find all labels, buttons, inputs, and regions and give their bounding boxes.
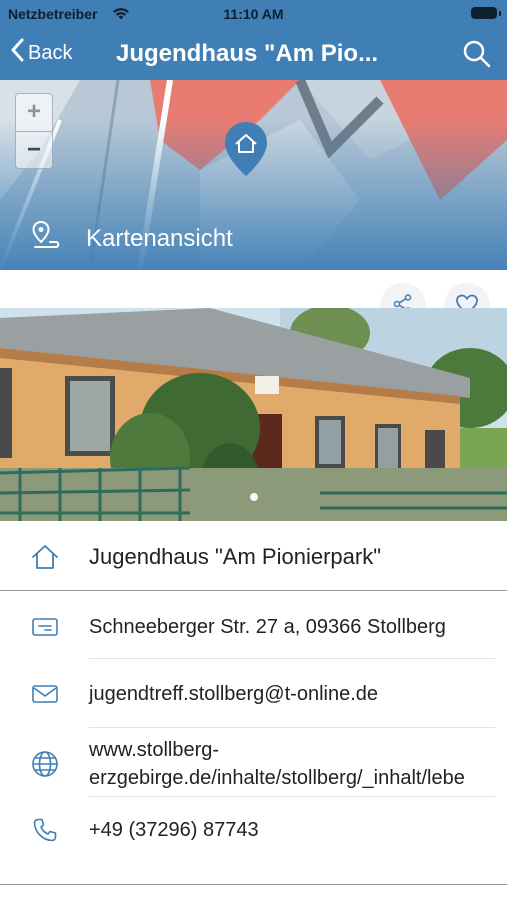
location-name: Jugendhaus "Am Pionierpark" <box>89 544 382 569</box>
building-photo[interactable] <box>0 308 507 521</box>
address-text: Schneeberger Str. 27 a, 09366 Stollberg <box>89 615 446 638</box>
map-view-label: Kartenansicht <box>86 224 233 252</box>
globe-icon <box>28 747 62 781</box>
website-line-1: www.stollberg- <box>89 739 220 761</box>
map-location-icon <box>28 218 62 259</box>
home-pin-icon[interactable] <box>222 120 270 178</box>
website-link[interactable]: www.stollberg- erzgebirge.de/inhalte/sto… <box>89 736 495 792</box>
page-dot-active <box>249 493 258 501</box>
zoom-out-button[interactable]: − <box>16 131 52 168</box>
email-link[interactable]: jugendtreff.stollberg@t-online.de <box>89 683 495 706</box>
clock: 11:10 AM <box>223 6 284 22</box>
address-card-icon <box>28 610 62 644</box>
detail-row-address[interactable]: Schneeberger Str. 27 a, 09366 Stollberg <box>0 605 507 649</box>
zoom-control: + − <box>15 93 53 169</box>
back-label: Back <box>28 41 73 64</box>
divider <box>89 796 495 797</box>
divider <box>0 590 507 591</box>
mail-icon <box>28 677 62 711</box>
status-bar: Netzbetreiber 11:10 AM <box>0 0 507 28</box>
search-icon[interactable] <box>461 38 493 70</box>
detail-row-website[interactable]: www.stollberg- erzgebirge.de/inhalte/sto… <box>0 736 507 792</box>
page-title: Jugendhaus "Am Pio... <box>116 40 379 67</box>
phone-icon <box>28 813 62 847</box>
divider <box>89 658 495 659</box>
phone-number[interactable]: +49 (37296) 87743 <box>89 819 495 842</box>
divider <box>0 884 507 885</box>
detail-row-phone[interactable]: +49 (37296) 87743 <box>0 808 507 852</box>
home-icon <box>28 540 62 574</box>
zoom-in-button[interactable]: + <box>16 94 52 130</box>
navigation-bar: Back Jugendhaus "Am Pio... <box>0 28 507 80</box>
detail-row-name: Jugendhaus "Am Pionierpark" <box>0 532 507 582</box>
battery-icon <box>471 7 501 19</box>
back-button[interactable]: Back <box>10 38 72 68</box>
website-line-2: erzgebirge.de/inhalte/stollberg/_inhalt/… <box>89 767 465 789</box>
chevron-left-icon <box>10 38 24 68</box>
gallery-page-indicator <box>0 493 507 501</box>
map-view-link[interactable]: Kartenansicht <box>28 218 233 259</box>
divider <box>89 727 495 728</box>
detail-row-email[interactable]: jugendtreff.stollberg@t-online.de <box>0 672 507 716</box>
